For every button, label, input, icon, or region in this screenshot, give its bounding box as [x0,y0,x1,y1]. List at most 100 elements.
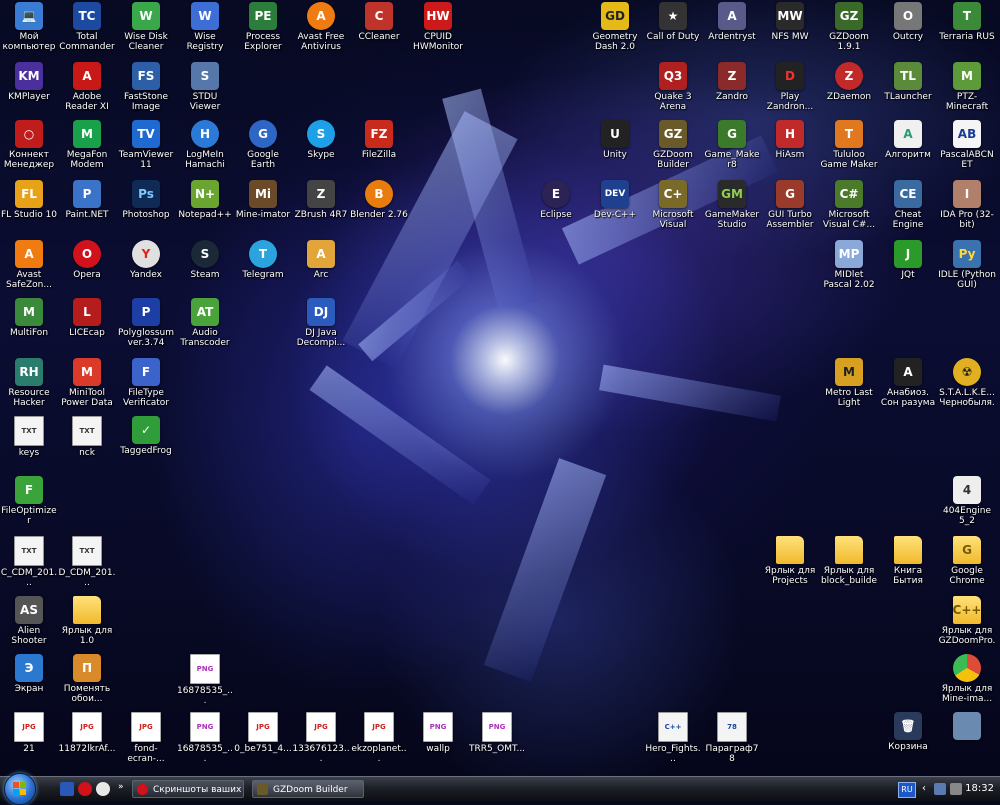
anabioz-shortcut[interactable]: A Анабиоз. Сон разума [879,358,937,416]
telegram-shortcut[interactable]: T Telegram [234,240,292,298]
play-zandronum-shortcut[interactable]: D Play Zandron... [761,62,819,120]
multifon-shortcut[interactable]: M MultiFon [0,298,58,356]
resource-hacker-shortcut[interactable]: RH Resource Hacker [0,358,58,416]
task-browser-screenshots[interactable]: Скриншоты ваших р... [132,780,244,798]
metro-last-light-shortcut[interactable]: M Metro Last Light [820,358,878,416]
eclipse-shortcut[interactable]: E Eclipse [527,180,585,238]
zandro-shortcut[interactable]: Z Zandro [703,62,761,120]
file-0-be751[interactable]: JPG 0_be751_4... [234,712,292,770]
megafon-modem-shortcut[interactable]: M MegaFon Modem [58,120,116,178]
kmplayer-shortcut[interactable]: KM KMPlayer [0,62,58,120]
change-wallpaper-shortcut[interactable]: П Поменять обои... [58,654,116,712]
my-computer-shortcut[interactable]: 💻 Мой компьютер [0,2,58,60]
paint-net-shortcut[interactable]: P Paint.NET [58,180,116,238]
midlet-pascal-shortcut[interactable]: MP MIDlet Pascal 2.02 [820,240,878,298]
idle-python-shortcut[interactable]: Py IDLE (Python GUI) [938,240,996,298]
google-earth-shortcut[interactable]: G Google Earth [234,120,292,178]
404engine-shortcut[interactable]: 4 404Engine 5_2 [938,476,996,534]
file-ekzoplanet[interactable]: JPG ekzoplanet... [350,712,408,770]
process-explorer-shortcut[interactable]: PE Process Explorer [234,2,292,60]
connect-manager-shortcut[interactable]: ○ Коннект Менеджер [0,120,58,178]
pascalabcnet-shortcut[interactable]: AB PascalABCNET [938,120,996,178]
mine-imator-shortcut[interactable]: Mi Mine-imator [234,180,292,238]
arc-shortcut[interactable]: A Arc [292,240,350,298]
file-wallp[interactable]: PNG wallp [409,712,467,770]
mine-imator-folder-shortcut[interactable]: Ярлык для block_builder [820,536,878,594]
faststone-shortcut[interactable]: FSFastStone Image Viewer [117,62,175,120]
keys-file[interactable]: TXT keys [0,416,58,474]
audio-transcoder-shortcut[interactable]: AT Audio Transcoder [176,298,234,356]
quicklaunch-opera-icon[interactable] [78,782,92,796]
ardentryst-shortcut[interactable]: A Ardentryst [703,2,761,60]
skype-shortcut[interactable]: S Skype [292,120,350,178]
file-16878535-b[interactable]: PNG 16878535_... [176,712,234,770]
kniga-bytiya-folder[interactable]: C++Ярлык для GZDoomPro... [938,596,996,654]
screen-shortcut[interactable]: Э Экран [0,654,58,712]
alien-shooter-shortcut[interactable]: AS Alien Shooter [0,596,58,654]
gamemaker-studio-shortcut[interactable]: GM GameMaker Studio [703,180,761,238]
dev-cpp-shortcut[interactable]: DEV Dev-C++ [586,180,644,238]
tululoo-shortcut[interactable]: T Tululoo Game Maker [820,120,878,178]
filetype-verificator-shortcut[interactable]: F FileType Verificator [117,358,175,416]
photoshop-shortcut[interactable]: Ps Photoshop [117,180,175,238]
recycle-bin[interactable] [938,712,996,770]
minitool-shortcut[interactable]: MMiniTool Power Data Recov... [58,358,116,416]
avast-safezone-shortcut[interactable]: A Avast SafeZon... [0,240,58,298]
file-11872[interactable]: JPG 11872lkrAf... [58,712,116,770]
zdaemon-shortcut[interactable]: Z ZDaemon [820,62,878,120]
ptz-minecraft-shortcut[interactable]: M PTZ-Minecraft [938,62,996,120]
file-21[interactable]: JPG 21 [0,712,58,770]
terraria-shortcut[interactable]: T Terraria RUS [938,2,996,60]
hero-fights-file-2[interactable]: 78 Параграф78 [703,712,761,770]
notepad-plus-shortcut[interactable]: N+ Notepad++ [176,180,234,238]
gui-turbo-assembler-shortcut[interactable]: G GUI Turbo Assembler [761,180,819,238]
outcry-shortcut[interactable]: O Outcry [879,2,937,60]
filezilla-shortcut[interactable]: FZ FileZilla [350,120,408,178]
ida-pro-shortcut[interactable]: I IDA Pro (32-bit) [938,180,996,238]
cheat-engine-shortcut[interactable]: CE Cheat Engine [879,180,937,238]
algoritm-shortcut[interactable]: A Алгоритм [879,120,937,178]
tlauncher-shortcut[interactable]: TL TLauncher [879,62,937,120]
zbrush-shortcut[interactable]: Z ZBrush 4R7 [292,180,350,238]
quicklaunch-desktop-icon[interactable] [60,782,74,796]
jqt-shortcut[interactable]: J JQt [879,240,937,298]
network-icon[interactable] [934,783,946,795]
file-16878535-a[interactable]: PNG 16878535_... [176,654,234,712]
block-builder-folder-shortcut[interactable]: G Google Chrome [938,536,996,594]
google-chrome-shortcut[interactable]: Ярлык для Mine-ima... [938,654,996,712]
nck-file[interactable]: TXT nck [58,416,116,474]
file-fond-ecran[interactable]: JPG fond-ecran-... [117,712,175,770]
c-cdm-file[interactable]: TXT C_CDM_201... [0,536,58,594]
language-indicator[interactable]: RU [898,782,916,798]
volume-icon[interactable] [950,783,962,795]
opera-shortcut[interactable]: O Opera [58,240,116,298]
gzdoompro-folder-shortcut[interactable]: Ярлык для Projects [761,536,819,594]
taggedfrog-shortcut[interactable]: ✓ TaggedFrog [117,416,175,474]
wise-disk-cleaner-shortcut[interactable]: W Wise Disk Cleaner [117,2,175,60]
wise-registry-cleaner-shortcut[interactable]: WWise Registry Cleaner [176,2,234,60]
task-gzdoom-builder[interactable]: GZDoom Builder [252,780,364,798]
folder-shortcut-1-0[interactable]: Ярлык для 1.0 [58,596,116,654]
gzdoom-shortcut[interactable]: GZ GZDoom 1.9.1 [820,2,878,60]
avast-antivirus-shortcut[interactable]: A Avast Free Antivirus [292,2,350,60]
unity-shortcut[interactable]: U Unity [586,120,644,178]
fileoptimizer-shortcut[interactable]: F FileOptimizer [0,476,58,534]
hiasm-shortcut[interactable]: H HiAsm [761,120,819,178]
quicklaunch-expand-icon[interactable]: » [118,782,126,796]
geometry-dash-shortcut[interactable]: GD Geometry Dash 2.0 [586,2,644,60]
clock[interactable]: 18:32 [965,777,994,801]
stdu-viewer-shortcut[interactable]: S STDU Viewer [176,62,234,120]
dj-java-decompiler-shortcut[interactable]: DJ DJ Java Decompi... [292,298,350,356]
hamachi-shortcut[interactable]: H LogMeIn Hamachi [176,120,234,178]
fl-studio-shortcut[interactable]: FL FL Studio 10 [0,180,58,238]
yandex-shortcut[interactable]: Y Yandex [117,240,175,298]
start-button[interactable] [4,773,36,805]
call-of-duty-shortcut[interactable]: ★ Call of Duty [644,2,702,60]
quicklaunch-media-icon[interactable] [96,782,110,796]
quake3-shortcut[interactable]: Q3 Quake 3 Arena [644,62,702,120]
nfs-mw-shortcut[interactable]: MW NFS MW [761,2,819,60]
d-cdm-file[interactable]: TXT D_CDM_201... [58,536,116,594]
visual-cpp-shortcut[interactable]: C+Microsoft Visual C++... [644,180,702,238]
hero-fights-file[interactable]: C++ Hero_Fights... [644,712,702,770]
gzdoom-builder-shortcut[interactable]: GZ GZDoom Builder [644,120,702,178]
